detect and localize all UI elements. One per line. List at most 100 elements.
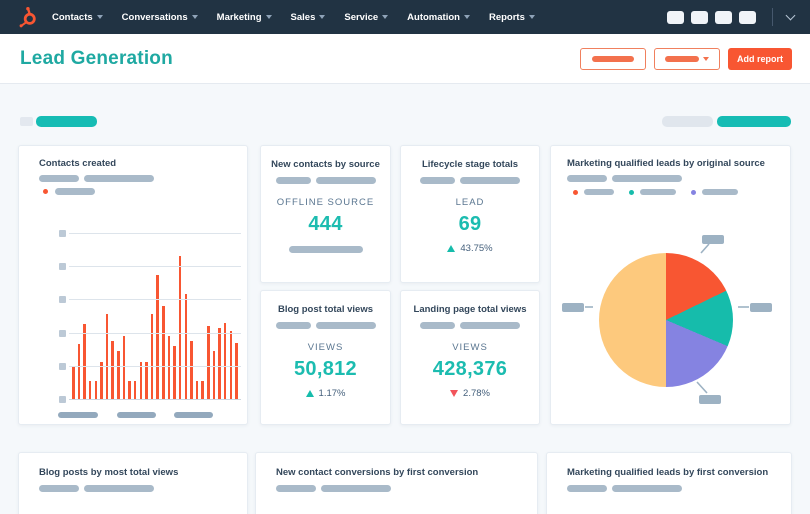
bar[interactable] [117, 350, 120, 399]
nav-item-label: Sales [290, 11, 316, 23]
card-blog-posts-by-most-total-views: Blog posts by most total views [18, 452, 248, 514]
bar[interactable] [162, 306, 165, 399]
card-subtitle-placeholder [567, 175, 682, 182]
card-contacts-created: Contacts created [18, 145, 248, 425]
y-axis-tick-placeholder [59, 329, 66, 337]
chart-legend [43, 188, 95, 195]
card-title: Blog posts by most total views [39, 467, 179, 478]
filter-icon-placeholder[interactable] [20, 117, 33, 126]
hubspot-sprocket-icon[interactable] [16, 6, 38, 28]
bar[interactable] [100, 362, 103, 399]
nav-toolbar-icon-placeholder[interactable] [691, 10, 708, 24]
bar[interactable] [184, 294, 188, 399]
toolbar-placeholder-pill[interactable] [662, 116, 713, 127]
card-subtitle-placeholder [276, 485, 391, 492]
nav-item-service[interactable]: Service [344, 12, 389, 23]
pie-callout-label-placeholder [699, 395, 721, 404]
nav-item-reports[interactable]: Reports [489, 12, 535, 23]
bar[interactable] [128, 380, 131, 399]
dashboard-filter-pill[interactable] [36, 116, 97, 127]
chevron-down-icon [463, 15, 470, 19]
bar[interactable] [150, 314, 154, 399]
nav-item-contacts[interactable]: Contacts [52, 12, 103, 23]
chevron-down-icon [528, 15, 535, 19]
metric-delta: 2.78% [450, 388, 490, 399]
bar[interactable] [156, 274, 159, 399]
gridline [69, 233, 241, 234]
metric-label: LEAD [455, 197, 485, 208]
bar[interactable] [167, 335, 171, 399]
card-blog-post-total-views: Blog post total views VIEWS 50,812 1.17% [260, 290, 391, 425]
bar[interactable] [122, 335, 126, 399]
bar[interactable] [88, 380, 92, 399]
page-title: Lead Generation [20, 47, 173, 69]
bar[interactable] [111, 340, 114, 399]
bar[interactable] [139, 362, 143, 399]
metric-value: 69 [458, 213, 482, 235]
chart-legend [573, 189, 738, 195]
chevron-down-icon [265, 15, 272, 19]
bar[interactable] [190, 340, 193, 399]
metric-delta: 43.75% [447, 243, 493, 254]
legend-swatch-icon [573, 189, 578, 195]
chevron-down-icon [191, 15, 198, 19]
card-lifecycle-stage-totals: Lifecycle stage totals LEAD 69 43.75% [400, 145, 540, 283]
y-axis-tick-placeholder [59, 296, 66, 304]
bar[interactable] [207, 325, 210, 399]
nav-item-automation[interactable]: Automation [407, 12, 470, 23]
bar[interactable] [94, 380, 98, 399]
legend-label-placeholder [55, 188, 95, 195]
metric-value: 50,812 [294, 358, 357, 380]
card-subtitle-placeholder [420, 177, 520, 184]
gridline [69, 266, 241, 268]
nav-toolbar-icon-placeholder[interactable] [715, 10, 732, 24]
bar[interactable] [72, 365, 75, 399]
legend-label-placeholder [702, 189, 738, 195]
y-axis-tick-placeholder [59, 263, 66, 271]
trend-down-icon [450, 390, 459, 397]
legend-swatch-icon [43, 189, 48, 194]
bar[interactable] [77, 344, 81, 399]
nav-item-conversations[interactable]: Conversations [122, 12, 198, 23]
dashboard-action-button[interactable] [580, 47, 646, 70]
bar[interactable] [83, 324, 86, 399]
card-new-contacts-by-source: New contacts by source OFFLINE SOURCE 44… [260, 145, 391, 283]
card-new-contact-conversions-by-first-conversion: New contact conversions by first convers… [255, 452, 538, 514]
card-subtitle-placeholder [39, 485, 154, 492]
pie-chart[interactable] [599, 253, 733, 387]
bar[interactable] [173, 345, 176, 399]
bar[interactable] [201, 380, 204, 399]
bar[interactable] [105, 314, 109, 399]
nav-item-sales[interactable]: Sales [291, 12, 326, 23]
gridline [69, 299, 241, 301]
page-header: Lead Generation Add report [0, 34, 810, 84]
chevron-down-icon [319, 15, 326, 19]
dashboard-filter-dropdown[interactable] [654, 47, 720, 70]
nav-item-marketing[interactable]: Marketing [217, 12, 272, 23]
legend-label-placeholder [640, 189, 676, 195]
card-title: New contacts by source [271, 159, 380, 170]
card-title: Marketing qualified leads by first conve… [567, 467, 769, 478]
button-label-placeholder [665, 55, 699, 62]
toolbar-action-pill[interactable] [717, 116, 791, 127]
bar[interactable] [145, 362, 148, 399]
bar[interactable] [195, 380, 199, 399]
card-subtitle-placeholder [567, 485, 682, 492]
x-axis-label-placeholder [117, 412, 156, 418]
button-label-placeholder [592, 55, 634, 62]
chevron-down-icon [96, 15, 103, 19]
card-subtitle-placeholder [275, 177, 376, 184]
account-chevron-down-icon[interactable] [785, 10, 796, 21]
nav-toolbar-icon-placeholder[interactable] [739, 10, 756, 24]
card-landing-page-total-views: Landing page total views VIEWS 428,376 2… [400, 290, 540, 425]
nav-item-label: Marketing [216, 11, 262, 23]
bar[interactable] [218, 327, 221, 399]
bar[interactable] [178, 256, 182, 399]
bar[interactable] [212, 350, 216, 399]
add-report-button[interactable]: Add report [728, 47, 792, 70]
bar[interactable] [133, 380, 137, 399]
bar[interactable] [223, 322, 227, 399]
bar[interactable] [235, 342, 238, 399]
nav-item-label: Automation [407, 11, 460, 23]
nav-toolbar-icon-placeholder[interactable] [667, 10, 684, 24]
